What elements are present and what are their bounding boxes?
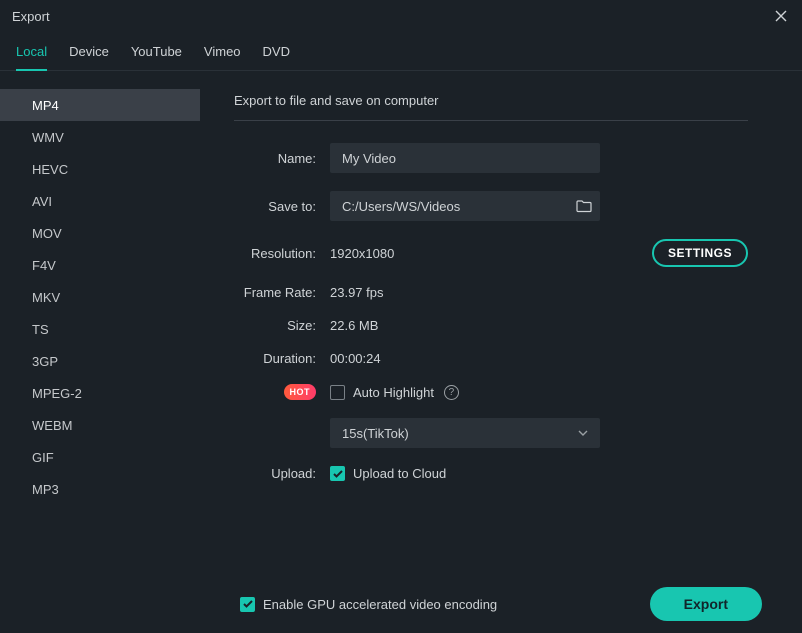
highlight-preset-select[interactable]: 15s(TikTok)	[330, 418, 600, 448]
format-item-avi[interactable]: AVI	[0, 185, 200, 217]
upload-checkbox[interactable]	[330, 466, 345, 481]
size-value: 22.6 MB	[330, 318, 378, 333]
format-sidebar: MP4 WMV HEVC AVI MOV F4V MKV TS 3GP MPEG…	[0, 71, 200, 574]
format-item-mpeg2[interactable]: MPEG-2	[0, 377, 200, 409]
close-icon[interactable]	[772, 7, 790, 25]
tab-device[interactable]: Device	[69, 36, 109, 70]
hot-badge: HOT	[284, 384, 317, 400]
format-item-mp3[interactable]: MP3	[0, 473, 200, 505]
help-icon[interactable]: ?	[444, 385, 459, 400]
auto-highlight-label: Auto Highlight	[353, 385, 434, 400]
format-item-gif[interactable]: GIF	[0, 441, 200, 473]
gpu-label: Enable GPU accelerated video encoding	[263, 597, 497, 612]
frame-rate-value: 23.97 fps	[330, 285, 384, 300]
upload-checkbox-label: Upload to Cloud	[353, 466, 446, 481]
format-item-hevc[interactable]: HEVC	[0, 153, 200, 185]
resolution-label: Resolution:	[234, 246, 330, 261]
format-item-f4v[interactable]: F4V	[0, 249, 200, 281]
save-to-input[interactable]	[330, 191, 600, 221]
tab-dvd[interactable]: DVD	[263, 36, 290, 70]
format-item-mkv[interactable]: MKV	[0, 281, 200, 313]
duration-value: 00:00:24	[330, 351, 381, 366]
footer: Enable GPU accelerated video encoding Ex…	[0, 575, 802, 633]
export-settings-panel: Export to file and save on computer Name…	[200, 71, 802, 574]
size-label: Size:	[234, 318, 330, 333]
export-button[interactable]: Export	[650, 587, 762, 621]
upload-label: Upload:	[234, 466, 330, 481]
name-input[interactable]	[330, 143, 600, 173]
highlight-preset-value: 15s(TikTok)	[342, 426, 409, 441]
chevron-down-icon	[578, 430, 588, 436]
frame-rate-label: Frame Rate:	[234, 285, 330, 300]
format-item-3gp[interactable]: 3GP	[0, 345, 200, 377]
format-item-ts[interactable]: TS	[0, 313, 200, 345]
tab-local[interactable]: Local	[16, 36, 47, 71]
resolution-value: 1920x1080	[330, 246, 394, 261]
format-item-webm[interactable]: WEBM	[0, 409, 200, 441]
tabs: Local Device YouTube Vimeo DVD	[0, 32, 802, 71]
titlebar: Export	[0, 0, 802, 32]
format-item-mov[interactable]: MOV	[0, 217, 200, 249]
auto-highlight-checkbox[interactable]	[330, 385, 345, 400]
name-label: Name:	[234, 151, 330, 166]
tab-vimeo[interactable]: Vimeo	[204, 36, 241, 70]
folder-icon[interactable]	[576, 200, 592, 213]
duration-label: Duration:	[234, 351, 330, 366]
tab-youtube[interactable]: YouTube	[131, 36, 182, 70]
window-title: Export	[12, 9, 50, 24]
section-title: Export to file and save on computer	[234, 93, 748, 121]
format-item-mp4[interactable]: MP4	[0, 89, 200, 121]
save-to-label: Save to:	[234, 199, 330, 214]
settings-button[interactable]: SETTINGS	[652, 239, 748, 267]
format-item-wmv[interactable]: WMV	[0, 121, 200, 153]
gpu-checkbox[interactable]	[240, 597, 255, 612]
